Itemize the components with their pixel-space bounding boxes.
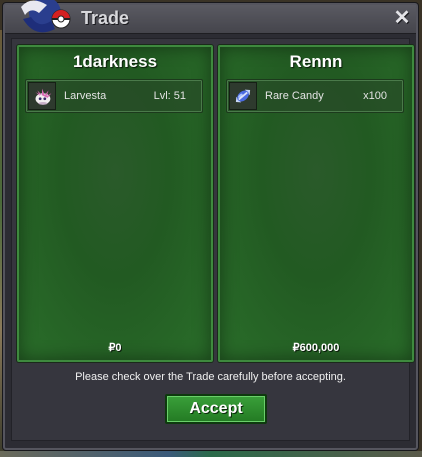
trade-item-row[interactable]: Rare Candy x100	[226, 79, 404, 113]
trade-window: Trade ✕ 1darkness Larvesta Lvl: 51 ₽0 Re…	[3, 0, 418, 450]
item-name: Larvesta	[64, 90, 107, 102]
trade-panel-left: 1darkness Larvesta Lvl: 51 ₽0	[17, 45, 213, 362]
player-name-right: Rennn	[289, 52, 343, 71]
player-name-left: 1darkness	[72, 52, 158, 71]
close-icon[interactable]: ✕	[392, 8, 412, 28]
title-bar[interactable]: Trade ✕	[5, 0, 416, 34]
larvesta-icon	[28, 82, 56, 110]
rare-candy-icon	[229, 82, 257, 110]
trade-panel-right: Rennn Rare Candy x100 ₽600,000	[218, 45, 414, 362]
background-scenery-bottom	[0, 451, 422, 457]
item-name: Rare Candy	[265, 90, 324, 102]
window-title: Trade	[81, 8, 130, 28]
trade-notice: Please check over the Trade carefully be…	[75, 371, 346, 383]
accept-button[interactable]: Accept	[165, 394, 267, 424]
money-offer-left: ₽0	[108, 342, 122, 354]
item-quantity: x100	[363, 90, 387, 102]
trade-item-row[interactable]: Larvesta Lvl: 51	[25, 79, 203, 113]
pokeball-logo-icon	[21, 0, 71, 33]
trade-content: 1darkness Larvesta Lvl: 51 ₽0 Rennn Rare…	[11, 38, 414, 441]
item-level: Lvl: 51	[153, 90, 186, 102]
money-offer-right: ₽600,000	[292, 342, 340, 354]
